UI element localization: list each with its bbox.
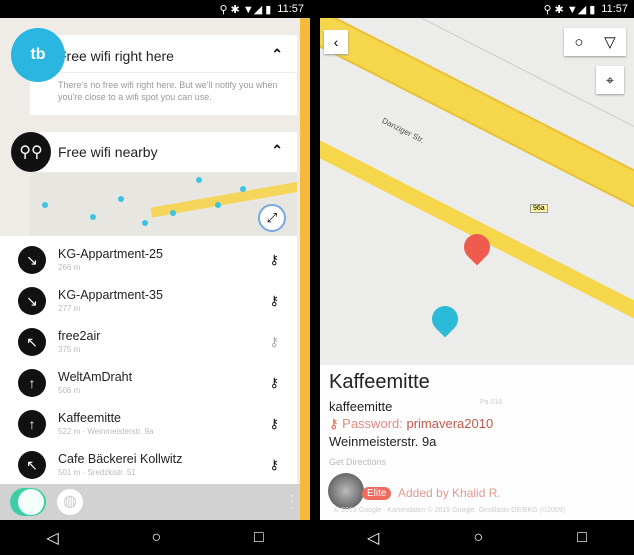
wifi-list-screen: Free wifi right here ⌃ There's no free w… (0, 18, 310, 520)
direction-arrow-icon: ↑ (18, 369, 46, 397)
status-bar-left: ⚲ ✱ ▼◢ ▮ 11:57 (0, 0, 310, 18)
status-bar-right: ⚲ ✱ ▼◢ ▮ 11:57 (320, 0, 634, 18)
nav-bar-right: ◁ ○ □ (320, 520, 634, 555)
card-title: Free wifi nearby (58, 144, 158, 160)
home-icon[interactable]: ○ (473, 529, 483, 547)
ssid: kaffeemitte (329, 399, 393, 414)
map-pin-blue[interactable] (426, 300, 464, 338)
wifi-detail-screen: Danziger Str. 96a ‹ ○ ▽ ⌖ Pa 018 Kaffeemi… (320, 18, 634, 520)
wifi-list-item[interactable]: ↑ WeltAmDraht 506 m ⚷ (0, 363, 297, 404)
added-by: Added by Khalid R. (398, 486, 501, 500)
wifi-list: ↘ KG-Appartment-25 266 m ⚷ ↘ KG-Appartmen… (0, 236, 297, 486)
home-icon[interactable]: ○ (151, 529, 161, 547)
wifi-distance: 522 m · Weinmeisterstr. 9a (58, 427, 154, 436)
location-pins-icon: ⚲⚲ (11, 132, 51, 172)
back-icon[interactable]: ◁ (46, 528, 58, 548)
back-button[interactable]: ‹ (324, 30, 348, 54)
wifi-distance: 266 m (58, 263, 81, 272)
clock: 11:57 (277, 3, 304, 15)
mini-map[interactable]: ⤢ (30, 172, 297, 236)
wifi-name: WeltAmDraht (58, 370, 133, 384)
wifi-name: KG-Appartment-35 (58, 288, 163, 302)
wifi-distance: 501 m · Sredzkistr. 51 (58, 468, 136, 477)
wifi-list-item[interactable]: ↘ KG-Appartment-35 277 m ⚷ (0, 281, 297, 322)
wifi-name: Cafe Bäckerei Kollwitz (58, 452, 183, 466)
wifi-name: free2air (58, 329, 101, 343)
my-location-button[interactable]: ⌖ (596, 66, 624, 94)
expand-icon[interactable]: ⤢ (258, 204, 286, 232)
wifi-list-item[interactable]: ↖ Cafe Bäckerei Kollwitz 501 m · Sredzki… (0, 445, 297, 486)
address: Weinmeisterstr. 9a (329, 434, 437, 449)
direction-arrow-icon: ↖ (18, 451, 46, 479)
chevron-up-icon[interactable]: ⌃ (271, 142, 283, 159)
back-icon[interactable]: ◁ (367, 528, 379, 548)
wifi-name: Kaffeemitte (58, 411, 122, 425)
direction-arrow-icon: ↘ (18, 246, 46, 274)
password-row: ⚷ Password: primavera2010 (329, 416, 494, 431)
card-title: Free wifi right here (58, 48, 174, 64)
wifi-list-item[interactable]: ↑ Kaffeemitte 522 m · Weinmeisterstr. 9a… (0, 404, 297, 445)
key-icon: ⚷ (269, 375, 279, 390)
key-icon: ⚷ (269, 457, 279, 472)
recents-icon[interactable]: □ (577, 529, 587, 547)
bottom-bar: ◍ · · · (0, 484, 300, 520)
key-icon: ⚷ (269, 334, 279, 349)
password: primavera2010 (406, 416, 494, 431)
clock: 11:57 (601, 3, 628, 15)
nav-bar-left: ◁ ○ □ (0, 520, 310, 555)
chevron-up-icon[interactable]: ⌃ (271, 46, 283, 63)
key-icon: ⚷ (269, 416, 279, 431)
map-copyright: © 2015 Google · Kartendaten © 2015 Googl… (334, 507, 566, 514)
get-directions-link[interactable]: Get Directions (329, 457, 386, 467)
wifi-name: KG-Appartment-25 (58, 247, 163, 261)
wifi-distance: 375 m (58, 345, 81, 354)
wifi-list-item[interactable]: ↖ free2air 375 m ⚷ (0, 322, 297, 363)
wifi-distance: 506 m (58, 386, 81, 395)
divider (310, 0, 320, 555)
key-icon: ⚷ (269, 252, 279, 267)
wifi-nearby-header: Free wifi nearby ⌃ (30, 132, 297, 172)
globe-icon[interactable]: ◍ (57, 489, 83, 515)
key-icon: ⚷ (269, 293, 279, 308)
recents-icon[interactable]: □ (254, 529, 264, 547)
street-label: Danziger Str. (380, 115, 426, 146)
direction-arrow-icon: ↖ (18, 328, 46, 356)
accent-stripe (300, 18, 310, 520)
spot-title: Kaffeemitte (329, 371, 430, 393)
search-icon[interactable]: ○ (574, 34, 583, 51)
filter-icon[interactable]: ▽ (604, 33, 616, 51)
detail-card: Pa 018 Kaffeemitte kaffeemitte ⚷ Passwor… (320, 365, 634, 520)
more-icon[interactable]: · · · (290, 489, 294, 513)
wifi-here-card: Free wifi right here ⌃ There's no free w… (30, 35, 297, 115)
direction-arrow-icon: ↑ (18, 410, 46, 438)
card-message: There's no free wifi right here. But we'… (58, 80, 278, 102)
key-icon: ⚷ (329, 416, 339, 431)
app-logo: tb (11, 28, 65, 82)
wifi-list-item[interactable]: ↘ KG-Appartment-25 266 m ⚷ (0, 240, 297, 281)
toggle-switch[interactable] (10, 488, 46, 516)
road-badge: 96a (530, 204, 548, 213)
direction-arrow-icon: ↘ (18, 287, 46, 315)
avatar[interactable] (328, 473, 364, 509)
elite-badge: Elite (362, 487, 392, 500)
wifi-distance: 277 m (58, 304, 81, 313)
